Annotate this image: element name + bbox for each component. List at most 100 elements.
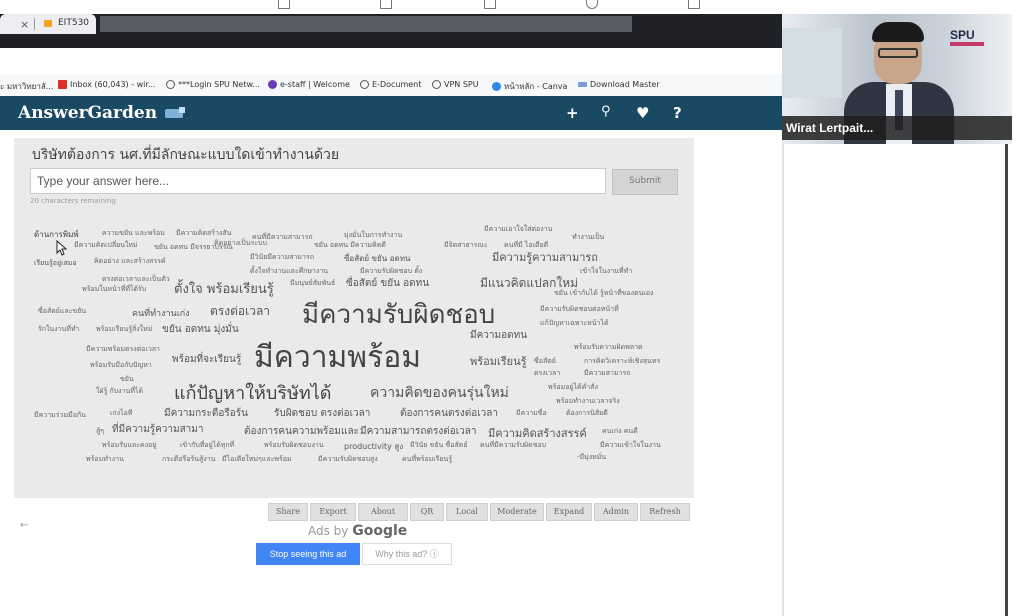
cloud-answer-word[interactable]: เข้ากับที่อยู่ได้ทุกที่: [180, 440, 234, 451]
submit-button[interactable]: Submit: [612, 169, 678, 195]
cloud-answer-word[interactable]: ซื่อสัตย์: [534, 356, 556, 367]
cloud-answer-word[interactable]: พร้อมที่จะเรียนรู้: [172, 352, 241, 367]
cloud-answer-word[interactable]: ขยัน เข้ากับได้ รู้หน้าที่ของตนเอง: [554, 288, 653, 299]
cloud-answer-word[interactable]: พร้อมเรียนรู้สิ่งใหม่: [96, 324, 152, 335]
bookmark-item[interactable]: e-staff | Welcome: [268, 80, 350, 89]
cloud-answer-word[interactable]: มีความร่วมมือกัน: [34, 410, 86, 421]
cloud-answer-word[interactable]: คนเก่ง คนดี: [602, 426, 638, 437]
browser-tab[interactable]: × EIT530: [0, 14, 96, 34]
cloud-answer-word[interactable]: มีความอดทน: [470, 328, 527, 343]
toolbar-button-admin[interactable]: Admin: [594, 503, 638, 521]
inactive-tab-area[interactable]: [100, 16, 632, 32]
cloud-answer-word[interactable]: มีไอเดียใหม่ๆและพร้อม: [222, 454, 292, 465]
cloud-answer-word[interactable]: มีความพร้อมตรงต่อเวลา: [86, 344, 160, 355]
cloud-answer-word[interactable]: สู้ๆ: [96, 426, 104, 437]
cloud-answer-word[interactable]: มีความรับผิดชอบ: [302, 294, 495, 335]
cloud-answer-word[interactable]: ความคิดของคนรุ่นใหม่: [370, 382, 509, 404]
cloud-answer-word[interactable]: พร้อมทำงาน: [86, 454, 124, 465]
cloud-answer-word[interactable]: ที่มีความรู้ความสามา: [112, 422, 204, 437]
cloud-answer-word[interactable]: ตรงต่อเวลา: [210, 302, 270, 321]
why-this-ad-button[interactable]: Why this ad? ⓘ: [362, 543, 452, 565]
cloud-answer-word[interactable]: ต้องการนิสัยดี: [566, 408, 608, 419]
heart-icon[interactable]: ♥: [636, 104, 649, 122]
close-tab-icon[interactable]: ×: [20, 18, 29, 31]
cloud-answer-word[interactable]: ซื่อสัตย์ ขยัน อดทน: [346, 276, 429, 291]
cloud-answer-word[interactable]: มีความสามารถตรงต่อเวลา: [360, 424, 476, 439]
cloud-answer-word[interactable]: ขยัน อดทน มุ่งมั่น: [162, 322, 239, 337]
cloud-answer-word[interactable]: มีความพร้อม: [254, 334, 421, 381]
toolbar-button-expand[interactable]: Expand: [546, 503, 592, 521]
answer-input[interactable]: Type your answer here...: [30, 168, 606, 194]
cloud-answer-word[interactable]: ซื่อสัตย์ ขยัน อดทน: [344, 252, 410, 265]
cloud-answer-word[interactable]: productivity สูง: [344, 440, 403, 453]
cloud-answer-word[interactable]: ต้องการคนตรงต่อเวลา: [400, 406, 498, 421]
cloud-answer-word[interactable]: พร้อมอยู่ได้ค่ำสั่ง: [548, 382, 598, 393]
toolbar-button-about[interactable]: About: [358, 503, 408, 521]
cloud-answer-word[interactable]: พร้อมเรียนรู้: [470, 352, 527, 370]
cloud-answer-word[interactable]: มีความสามารถ: [584, 368, 631, 379]
cloud-answer-word[interactable]: พร้อมรับและคงอยู่: [102, 440, 156, 451]
cloud-answer-word[interactable]: มีความกระตือรือร้น: [164, 406, 248, 421]
cloud-answer-word[interactable]: คนที่มีความรับผิดชอบ: [480, 440, 546, 451]
toolbar-button-qr[interactable]: QR: [410, 503, 444, 521]
cloud-answer-word[interactable]: แก้ปัญหาเฉพาะหน้าได้: [540, 318, 609, 329]
cloud-answer-word[interactable]: ต้องการคนความพร้อมและ: [244, 424, 359, 439]
cloud-answer-word[interactable]: ขยัน อดทน มีความคิดดี: [314, 240, 386, 251]
cloud-answer-word[interactable]: คิดอย่างเป็นระบบ: [214, 238, 267, 249]
cloud-answer-word[interactable]: ซื่อสัตย์และขยัน: [38, 306, 86, 317]
stop-seeing-ad-button[interactable]: Stop seeing this ad: [256, 543, 360, 565]
toolbar-button-moderate[interactable]: Moderate: [490, 503, 544, 521]
app-title[interactable]: AnswerGarden: [18, 103, 157, 123]
bookmark-item[interactable]: Inbox (60,043) - wir...: [58, 80, 156, 89]
cloud-answer-word[interactable]: ตรงเวลา: [534, 368, 560, 379]
toolbar-button-share[interactable]: Share: [268, 503, 308, 521]
plus-icon[interactable]: +: [566, 104, 579, 122]
bookmark-item[interactable]: E-Document: [360, 80, 421, 89]
cloud-answer-word[interactable]: พร้อมทำงานเวลาจริง: [556, 396, 620, 407]
cloud-answer-word[interactable]: กระตือรือร้นสู้งาน: [162, 454, 215, 465]
cloud-answer-word[interactable]: แก้ปัญหาให้บริษัทได้: [174, 378, 331, 407]
address-bar-area[interactable]: [0, 48, 782, 75]
cloud-answer-word[interactable]: พร้อมรับมือกับปัญหา: [90, 360, 152, 371]
cloud-answer-word[interactable]: มีวินัย ขยัน ซื่อสัตย์: [410, 440, 467, 451]
bookmark-item[interactable]: Download Master: [578, 80, 660, 89]
search-icon[interactable]: ⚲: [601, 104, 611, 119]
bookmark-item[interactable]: หน้าหลัก - Canva: [492, 80, 567, 93]
cloud-answer-word[interactable]: คิดอย่าง และสร้างสรรค์: [94, 256, 166, 267]
bookmark-item[interactable]: ***Login SPU Netw...: [166, 80, 260, 89]
cloud-answer-word[interactable]: มีวินัยมีความสามารถ: [250, 252, 314, 263]
cloud-answer-word[interactable]: มีความเข้าใจในงาน: [600, 440, 661, 451]
cloud-answer-word[interactable]: คนที่ทำงานเก่ง: [132, 306, 190, 320]
cloud-answer-word[interactable]: มีมนุษย์สัมพันธ์: [290, 278, 335, 289]
cloud-answer-word[interactable]: ความขยัน และพร้อม: [102, 228, 165, 239]
cloud-answer-word[interactable]: มีความเอาใจใส่ต่องาน: [484, 224, 552, 235]
help-icon[interactable]: ?: [673, 104, 682, 122]
toolbar-button-refresh[interactable]: Refresh: [640, 503, 690, 521]
toolbar-button-export[interactable]: Export: [310, 503, 356, 521]
cloud-answer-word[interactable]: มีความรู้ความสามารถ: [492, 248, 598, 266]
cloud-answer-word[interactable]: เรียนรู้อยู่เสมอ: [34, 258, 77, 269]
cloud-answer-word[interactable]: มีความคิดเปลี่ยนใหม่: [74, 240, 138, 251]
back-arrow-icon[interactable]: ←: [20, 520, 28, 531]
cloud-answer-word[interactable]: พร้อมรับความผิดพลาด: [574, 342, 643, 353]
cloud-answer-word[interactable]: รับผิดชอบ ตรงต่อเวลา: [274, 406, 370, 421]
cloud-answer-word[interactable]: ตั้งใจทำงานและศึกษางาน: [250, 266, 328, 277]
cloud-answer-word[interactable]: -มีมุ่งหมั่น: [577, 452, 606, 463]
cloud-answer-word[interactable]: รักในงานที่ทำ: [38, 324, 80, 335]
cloud-answer-word[interactable]: ตั้งใจ พร้อมเรียนรู้: [174, 278, 274, 299]
video-participant-tile[interactable]: SPU Wirat Lertpait...: [782, 14, 1012, 144]
cloud-answer-word[interactable]: มีความรับผิดชอบสูง: [318, 454, 378, 465]
cloud-answer-word[interactable]: คนที่พร้อมเรียนรู้: [402, 454, 452, 465]
cloud-answer-word[interactable]: มีจิตสาธารณะ: [444, 240, 488, 251]
cloud-answer-word[interactable]: ขยัน: [120, 374, 134, 385]
cloud-answer-word[interactable]: เก่งไอที: [110, 408, 132, 419]
cloud-answer-word[interactable]: มีความซื่อ: [516, 408, 547, 419]
cloud-answer-word[interactable]: พร้อมรับผิดชอบงาน: [264, 440, 324, 451]
cloud-answer-word[interactable]: ทำงานเป็น: [572, 232, 604, 243]
cloud-answer-word[interactable]: ใฝ่รู้ กับงานที่ได้: [96, 386, 143, 397]
bookmark-item[interactable]: ะ มหาวิทยาลั...: [0, 80, 53, 93]
cloud-answer-word[interactable]: เข้าใจในงานที่ทำ: [580, 266, 632, 277]
bookmark-item[interactable]: VPN SPU: [432, 80, 479, 89]
cloud-answer-word[interactable]: พร้อมในหน้าที่ที่ได้รับ: [82, 284, 146, 295]
toolbar-button-local[interactable]: Local: [446, 503, 488, 521]
